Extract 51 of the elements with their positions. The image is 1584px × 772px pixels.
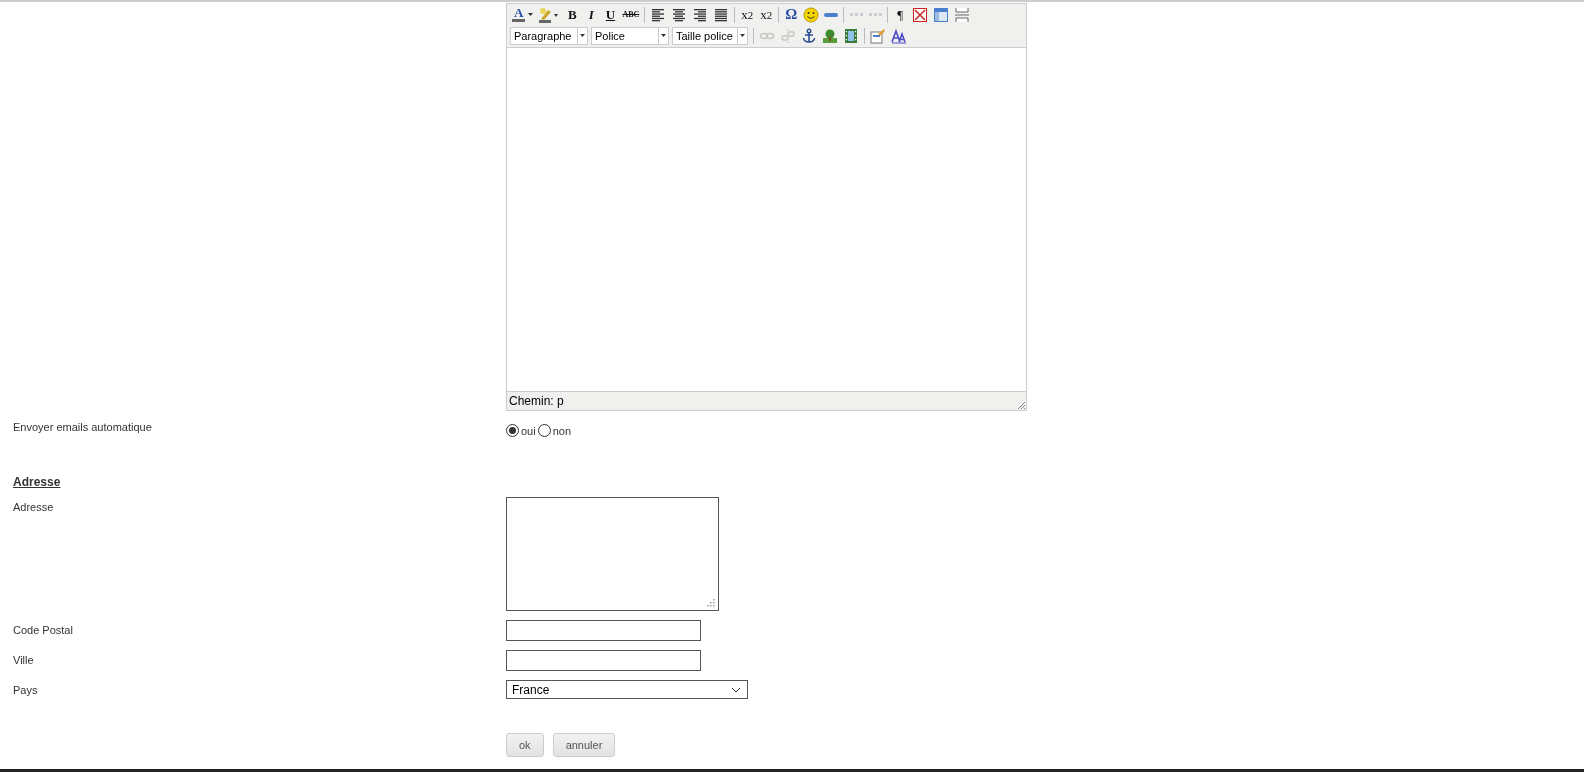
toolbar-button[interactable]: B [563, 4, 582, 25]
tree-picture-icon [822, 27, 838, 44]
chevron-down-icon [731, 686, 741, 693]
resize-grip-icon[interactable] [707, 599, 715, 607]
resize-grip-icon[interactable] [1017, 401, 1026, 410]
toolbar-button[interactable]: U [601, 4, 620, 25]
radio-option[interactable]: non [537, 421, 572, 437]
text-color-button[interactable]: A [510, 4, 536, 25]
smiley-icon [803, 6, 820, 23]
toolbar-button[interactable]: ABC [620, 4, 642, 25]
anchor-icon [801, 27, 817, 44]
field-label: Envoyer emails automatique [13, 420, 153, 435]
align-right-icon [692, 6, 709, 23]
caret-icon [580, 34, 585, 37]
field-label: Pays [13, 683, 39, 698]
form-button[interactable]: annuler [552, 733, 616, 757]
country-dropdown[interactable]: France [506, 680, 748, 699]
caret-icon [740, 34, 745, 37]
crossed-document-icon [912, 6, 929, 23]
form-button[interactable]: ok [506, 733, 544, 757]
address-textarea[interactable] [506, 497, 719, 611]
caret-icon [528, 13, 534, 16]
page-break-icon [954, 6, 971, 23]
radio-button[interactable] [537, 424, 551, 437]
element-path: Chemin: p [509, 394, 564, 408]
text-input[interactable] [506, 650, 701, 671]
film-strip-icon [843, 27, 859, 44]
section-heading: Adresse [13, 475, 62, 489]
field-label: Adresse [13, 500, 55, 515]
letters-style-icon [891, 27, 907, 44]
field-label: Code Postal [13, 623, 74, 638]
layout-icon [933, 6, 950, 23]
toolbar-dropdown[interactable]: Paragraphe [510, 26, 588, 45]
dotted-text-icon [849, 13, 863, 16]
dotted-text-icon [868, 13, 882, 16]
toolbar-dropdown[interactable]: Taille police [672, 26, 748, 45]
radio-option[interactable]: oui [506, 421, 536, 437]
caret-icon [661, 34, 666, 37]
field-label: Ville [13, 653, 35, 668]
broken-link-icon [780, 27, 796, 44]
text-input[interactable] [506, 620, 701, 641]
align-center-icon [671, 6, 688, 23]
toolbar-dropdown[interactable]: Police [591, 26, 669, 45]
radio-button[interactable] [506, 424, 519, 437]
highlighter-icon [538, 6, 561, 23]
toolbar-button[interactable]: Ω [782, 4, 801, 25]
toolbar-button[interactable]: ¶ [891, 4, 910, 25]
align-left-icon [650, 6, 667, 23]
align-justify-icon [713, 6, 730, 23]
toolbar-button[interactable]: I [582, 4, 601, 25]
edit-style-icon [870, 27, 886, 44]
